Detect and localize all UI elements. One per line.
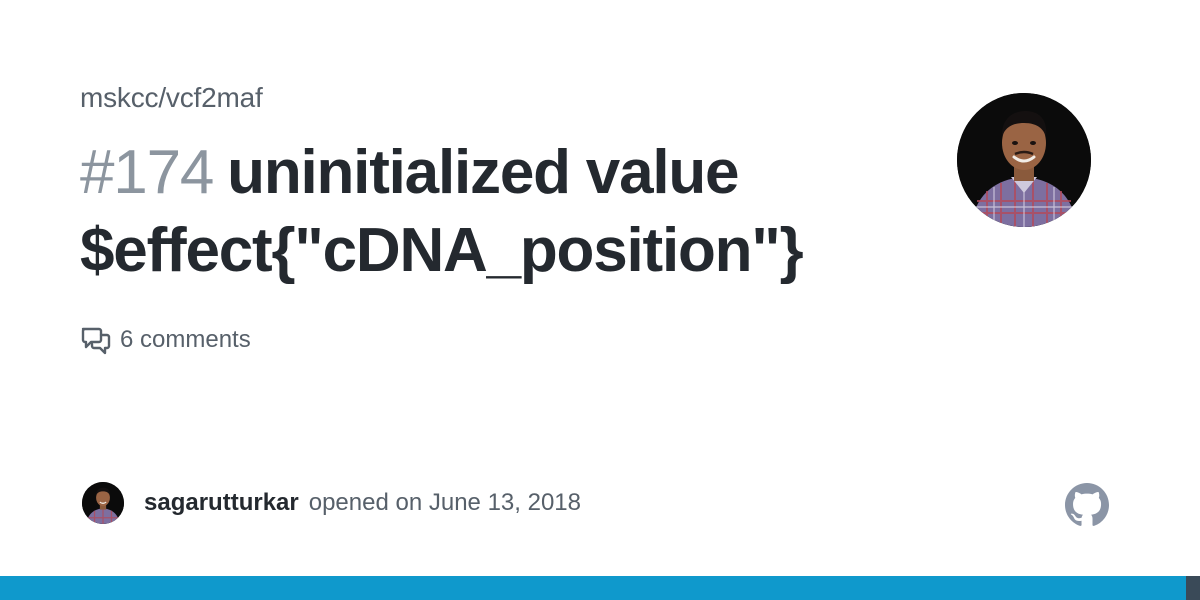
- comment-discussion-icon: [80, 324, 112, 356]
- opened-date: opened on June 13, 2018: [308, 489, 581, 516]
- author-avatar-large: [957, 93, 1091, 227]
- social-card: mskcc/vcf2maf #174 uninitialized value $e…: [0, 0, 1200, 600]
- github-mark-icon: [1065, 483, 1109, 527]
- author-avatar-small[interactable]: [82, 482, 124, 524]
- issue-footer: sagarutturkar opened on June 13, 2018: [82, 482, 581, 524]
- issue-title-container: #174 uninitialized value $effect{"cDNA_po…: [80, 134, 840, 294]
- accent-bar-end: [1186, 576, 1200, 600]
- issue-number: #174: [80, 138, 214, 207]
- comments-label: 6 comments: [120, 326, 251, 353]
- repo-name[interactable]: mskcc/vcf2maf: [80, 82, 263, 114]
- comments-count[interactable]: 6 comments: [80, 324, 251, 356]
- accent-bar: [0, 576, 1186, 600]
- issue-title: #174 uninitialized value $effect{"cDNA_po…: [80, 134, 840, 290]
- author-username[interactable]: sagarutturkar: [144, 489, 299, 517]
